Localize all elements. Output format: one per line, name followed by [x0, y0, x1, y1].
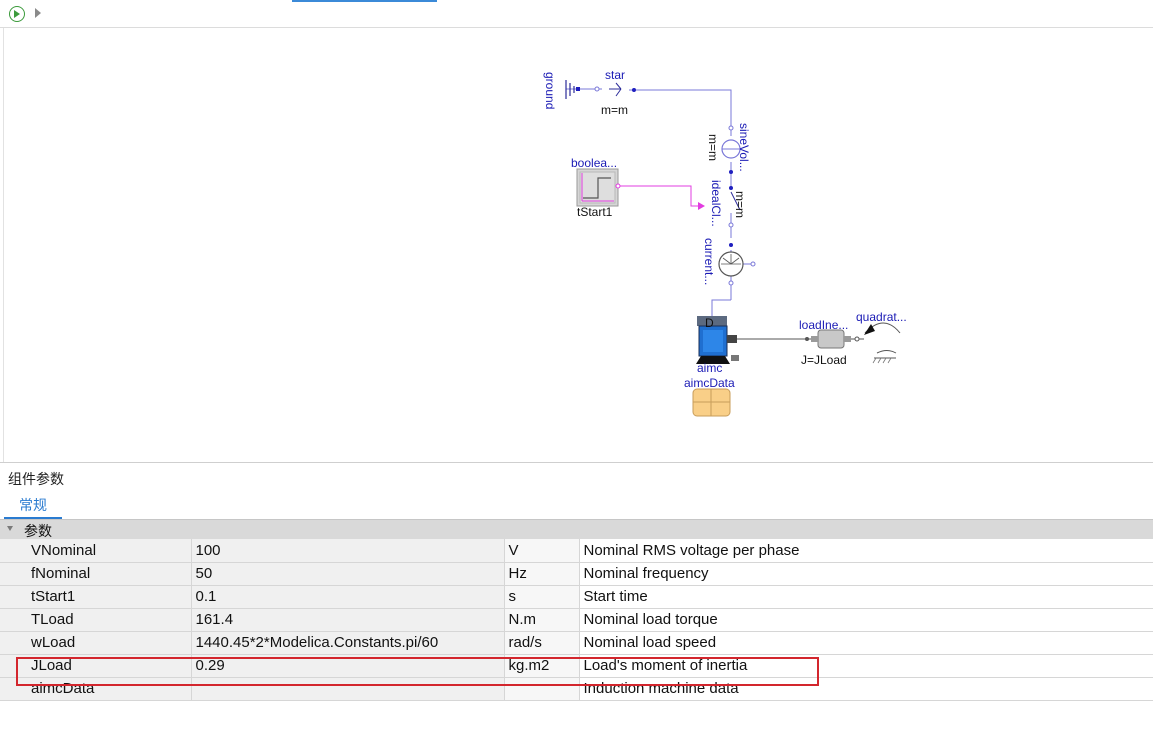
diagram-svg: ground star m=m sineVol... m=m boolea...…	[543, 68, 907, 417]
param-value[interactable]: 50	[191, 562, 505, 586]
param-name: tStart1	[0, 585, 192, 609]
chevron-right-icon[interactable]	[35, 8, 41, 18]
param-name: TLoad	[0, 608, 192, 632]
param-value[interactable]: 0.1	[191, 585, 505, 609]
label-boolean-step: boolea...	[571, 156, 617, 170]
table-row[interactable]: JLoad 0.29 kg.m2 Load's moment of inertia	[0, 654, 1153, 678]
param-description: Nominal RMS voltage per phase	[579, 539, 1153, 563]
param-description: Nominal load speed	[579, 631, 1153, 655]
label-load-inertia: loadIne...	[799, 318, 848, 332]
table-row[interactable]: aimcData Induction machine data	[0, 677, 1153, 701]
param-unit: Hz	[504, 562, 580, 586]
param-name: JLoad	[0, 654, 192, 678]
param-name: VNominal	[0, 539, 192, 563]
param-value[interactable]	[191, 677, 505, 701]
tab-general[interactable]: 常规	[4, 493, 62, 519]
param-unit: N.m	[504, 608, 580, 632]
play-circle-icon[interactable]	[9, 6, 25, 22]
param-unit: rad/s	[504, 631, 580, 655]
param-value[interactable]: 161.4	[191, 608, 505, 632]
label-star: star	[605, 68, 625, 82]
param-unit: V	[504, 539, 580, 563]
param-unit: s	[504, 585, 580, 609]
label-machine-data: aimcData	[684, 376, 735, 390]
table-row[interactable]: TLoad 161.4 N.m Nominal load torque	[0, 608, 1153, 632]
param-description: Induction machine data	[579, 677, 1153, 701]
label-inertia-param: J=JLoad	[801, 353, 847, 367]
component-parameters-panel: 组件参数 常规 参数 VNominal 100 V Nominal RMS volta…	[0, 462, 1153, 729]
toolbar	[0, 0, 1153, 28]
machine-icon	[696, 316, 739, 364]
param-value[interactable]: 0.29	[191, 654, 505, 678]
param-unit	[504, 677, 580, 701]
param-name: wLoad	[0, 631, 192, 655]
label-sine-param: m=m	[706, 134, 720, 161]
param-description: Load's moment of inertia	[579, 654, 1153, 678]
param-description: Nominal load torque	[579, 608, 1153, 632]
param-value[interactable]: 1440.45*2*Modelica.Constants.pi/60	[191, 631, 505, 655]
label-machine-letter: D	[705, 316, 714, 330]
label-quadratic: quadrat...	[856, 310, 907, 324]
label-star-param: m=m	[601, 103, 628, 117]
diagram-canvas[interactable]: ground star m=m sineVol... m=m boolea...…	[3, 28, 1153, 462]
table-row[interactable]: fNominal 50 Hz Nominal frequency	[0, 562, 1153, 586]
label-current-sensor: current...	[702, 238, 716, 285]
table-row[interactable]: wLoad 1440.45*2*Modelica.Constants.pi/60 r…	[0, 631, 1153, 655]
chevron-down-icon[interactable]	[7, 526, 13, 531]
label-boolean-param: tStart1	[577, 205, 613, 219]
label-ground: ground	[543, 72, 557, 109]
label-sine-voltage: sineVol...	[737, 123, 751, 172]
param-name: aimcData	[0, 677, 192, 701]
panel-title: 组件参数	[8, 471, 64, 487]
param-description: Nominal frequency	[579, 562, 1153, 586]
param-value[interactable]: 100	[191, 539, 505, 563]
label-machine: aimc	[697, 361, 722, 375]
param-unit: kg.m2	[504, 654, 580, 678]
parameter-table: VNominal 100 V Nominal RMS voltage per phas…	[0, 539, 1153, 701]
table-row[interactable]: VNominal 100 V Nominal RMS voltage per phas…	[0, 539, 1153, 563]
group-label: 参数	[24, 523, 52, 539]
active-tab-indicator	[292, 0, 437, 2]
param-name: fNominal	[0, 562, 192, 586]
label-closer-param: m=m	[733, 191, 747, 218]
param-description: Start time	[579, 585, 1153, 609]
table-row[interactable]: tStart1 0.1 s Start time	[0, 585, 1153, 609]
parameter-group-header[interactable]: 参数	[0, 519, 1153, 539]
label-ideal-closer: idealCl...	[709, 180, 723, 227]
